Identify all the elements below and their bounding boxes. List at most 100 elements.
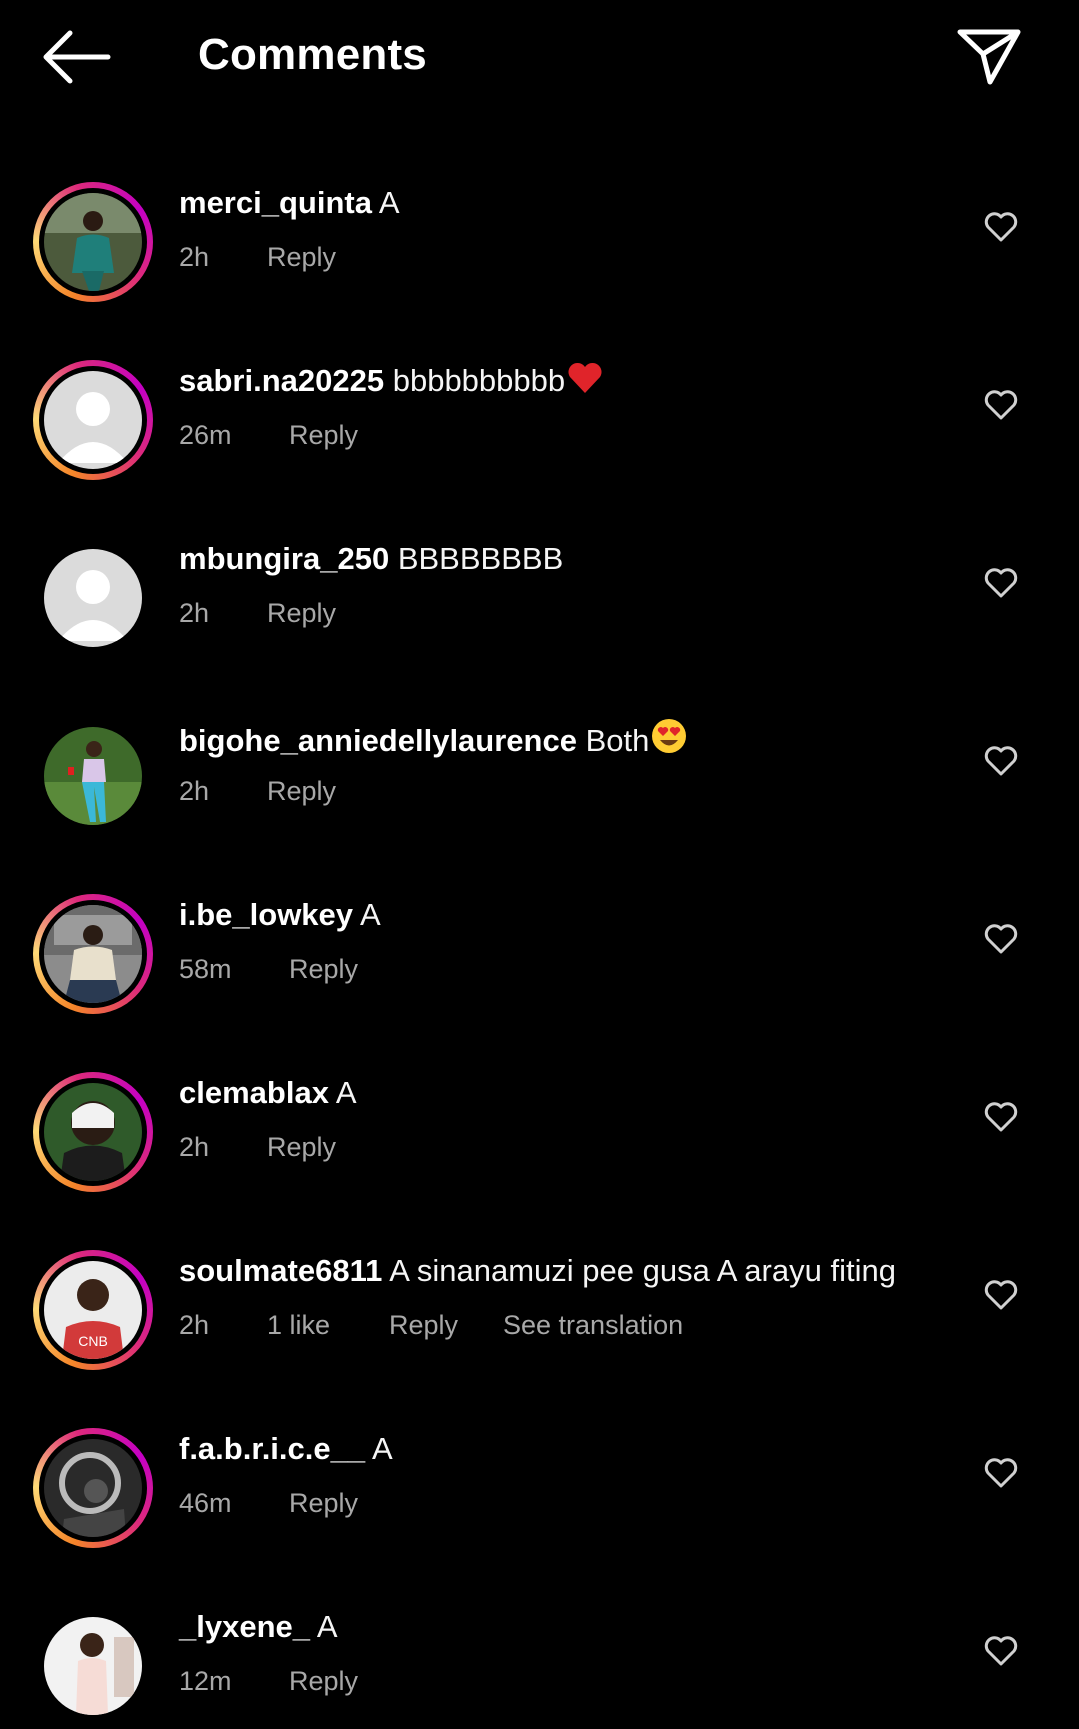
reply-button[interactable]: Reply [267,773,381,809]
avatar[interactable] [33,1072,153,1192]
comment-text: A [359,897,381,932]
comment-username[interactable]: sabri.na20225 [179,363,384,398]
comment-item: bigohe_anniedellylaurence Both 2h Reply [0,689,1079,839]
heart-eyes-emoji [650,717,688,765]
like-button[interactable] [983,921,1019,957]
comment-body: i.be_lowkey A [179,895,381,935]
like-button[interactable] [983,1099,1019,1135]
comment-meta: 12m Reply [179,1663,403,1699]
comment-body: _lyxene_ A [179,1607,338,1647]
like-button[interactable] [983,1633,1019,1669]
comment-timestamp: 58m [179,954,232,984]
comment-item: sabri.na20225 bbbbbbbbbb 26m Reply [0,333,1079,483]
avatar-image [44,1617,142,1715]
comment-meta: 58m Reply [179,951,403,987]
heart-icon [984,390,1018,420]
comment-body: soulmate6811 A sinanamuzi pee gusa A ara… [179,1251,896,1291]
comment-item: merci_quinta A 2h Reply [0,155,1079,305]
like-button[interactable] [983,387,1019,423]
like-button[interactable] [983,1455,1019,1491]
reply-button[interactable]: Reply [289,417,403,453]
comment-text: A [378,185,400,220]
avatar[interactable]: CNB [33,1250,153,1370]
arrow-left-icon [43,30,111,84]
comment-timestamp: 2h [179,598,210,628]
comment-timestamp: 46m [179,1488,232,1518]
avatar-image [44,905,142,1003]
see-translation-button[interactable]: See translation [503,1307,683,1343]
paper-plane-icon [957,29,1021,85]
comment-body: bigohe_anniedellylaurence Both [179,717,688,765]
comment-timestamp: 26m [179,420,232,450]
share-button[interactable] [954,24,1024,88]
avatar-image [44,193,142,291]
avatar[interactable] [33,894,153,1014]
avatar-image [44,371,142,469]
heart-icon [984,212,1018,242]
reply-button[interactable]: Reply [289,951,403,987]
avatar[interactable] [33,182,153,302]
comment-body: clemablax A [179,1073,357,1113]
avatar[interactable] [33,1606,153,1726]
comment-meta: 2h 1 like Reply See translation [179,1307,683,1343]
comment-timestamp: 12m [179,1666,232,1696]
comment-username[interactable]: bigohe_anniedellylaurence [179,723,577,758]
comment-text: A [335,1075,357,1110]
like-button[interactable] [983,743,1019,779]
reply-button[interactable]: Reply [289,1485,403,1521]
comment-meta: 2h Reply [179,773,381,809]
like-button[interactable] [983,1277,1019,1313]
comment-text: BBBBBBBB [397,541,564,576]
comment-item: mbungira_250 BBBBBBBB 2h Reply [0,511,1079,661]
avatar[interactable] [33,716,153,836]
heart-icon [984,1636,1018,1666]
heart-icon [984,1280,1018,1310]
like-button[interactable] [983,209,1019,245]
comment-username[interactable]: merci_quinta [179,185,372,220]
comment-text: Both [585,723,650,758]
header-bar: Comments [0,0,1079,110]
comment-body: merci_quinta A [179,183,400,223]
reply-button[interactable]: Reply [267,595,381,631]
comment-timestamp: 2h [179,242,210,272]
back-button[interactable] [40,28,112,86]
avatar-image [44,727,142,825]
comment-text: A [372,1431,393,1466]
comment-timestamp: 2h [179,1310,210,1340]
comment-username[interactable]: clemablax [179,1075,329,1110]
like-button[interactable] [983,565,1019,601]
avatar-image [44,1439,142,1537]
reply-button[interactable]: Reply [267,239,381,275]
comment-item: f.a.b.r.i.c.e__ A 46m Reply [0,1401,1079,1551]
comment-timestamp: 2h [179,776,210,806]
avatar-image: CNB [44,1261,142,1359]
reply-button[interactable]: Reply [289,1663,403,1699]
avatar[interactable] [33,538,153,658]
comment-username[interactable]: mbungira_250 [179,541,389,576]
reply-button[interactable]: Reply [389,1307,503,1343]
comment-meta: 2h Reply [179,1129,381,1165]
avatar[interactable] [33,1428,153,1548]
heart-icon [984,1458,1018,1488]
comment-username[interactable]: i.be_lowkey [179,897,353,932]
heart-icon [984,568,1018,598]
comment-username[interactable]: _lyxene_ [179,1609,310,1644]
svg-text:CNB: CNB [78,1333,108,1349]
comment-like-count[interactable]: 1 like [267,1307,389,1343]
comment-text: A [316,1609,338,1644]
comment-timestamp: 2h [179,1132,210,1162]
comment-text: bbbbbbbbbb [392,363,566,398]
comment-meta: 2h Reply [179,595,381,631]
comment-username[interactable]: soulmate6811 [179,1253,382,1288]
comment-body: f.a.b.r.i.c.e__ A [179,1429,393,1469]
comment-meta: 46m Reply [179,1485,403,1521]
red-heart-emoji [566,361,604,405]
avatar[interactable] [33,360,153,480]
avatar-image [44,1083,142,1181]
comment-username[interactable]: f.a.b.r.i.c.e__ [179,1431,365,1466]
comment-body: mbungira_250 BBBBBBBB [179,539,563,579]
comment-meta: 26m Reply [179,417,403,453]
comment-body: sabri.na20225 bbbbbbbbbb [179,361,604,405]
heart-icon [984,746,1018,776]
reply-button[interactable]: Reply [267,1129,381,1165]
